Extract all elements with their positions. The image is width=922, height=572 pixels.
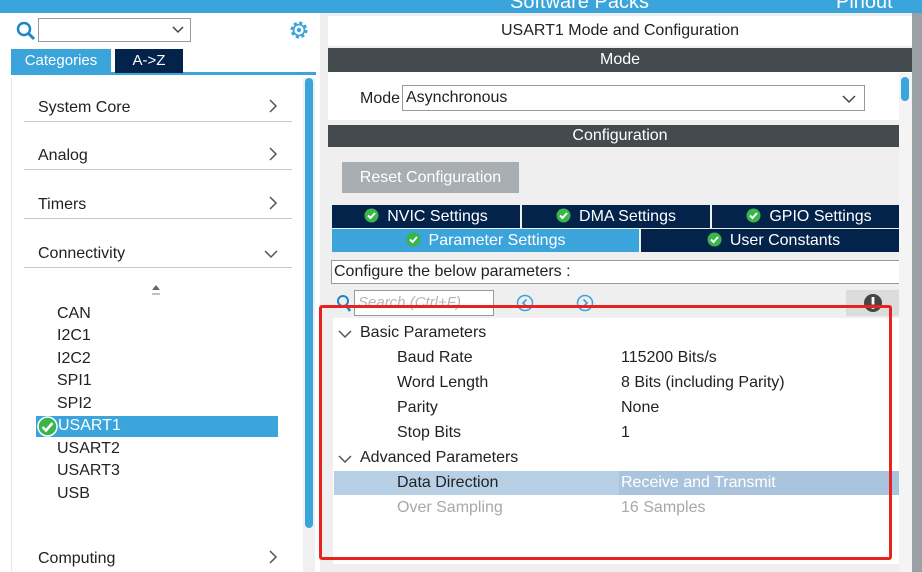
tab-categories[interactable]: Categories <box>11 49 111 73</box>
tab-parameter-settings[interactable]: Parameter Settings <box>332 229 639 252</box>
peripheral-i2c2[interactable]: I2C2 <box>57 350 91 368</box>
search-icon[interactable] <box>16 21 36 41</box>
category-computing[interactable]: Computing <box>24 542 292 572</box>
category-label: Analog <box>38 147 88 164</box>
configuration-section-header: Configuration <box>328 125 912 147</box>
right-scrollbar-thumb[interactable] <box>901 77 909 101</box>
check-circle-icon <box>746 208 761 223</box>
peripheral-can[interactable]: CAN <box>57 305 91 323</box>
search-input[interactable] <box>38 18 191 42</box>
pinout-menu[interactable]: Pinout <box>836 0 893 13</box>
chevron-right-icon <box>269 196 278 210</box>
category-system-core[interactable]: System Core <box>24 92 292 122</box>
category-timers[interactable]: Timers <box>24 189 292 219</box>
category-label: Computing <box>38 550 116 567</box>
check-circle-icon <box>707 232 722 247</box>
mode-select-value: Asynchronous <box>406 89 508 106</box>
category-connectivity[interactable]: Connectivity <box>24 238 292 268</box>
check-circle-icon <box>37 416 58 437</box>
chevron-right-icon <box>269 550 278 564</box>
mode-select[interactable]: Asynchronous <box>402 85 865 111</box>
category-tabs: Categories A->Z <box>11 49 316 75</box>
peripheral-usart1[interactable]: USART1 <box>58 417 121 435</box>
gear-icon[interactable] <box>288 19 310 41</box>
left-scrollbar-thumb[interactable] <box>305 78 313 528</box>
peripheral-spi1[interactable]: SPI1 <box>57 372 92 390</box>
tab-label: DMA Settings <box>579 208 676 225</box>
tab-gpio-settings[interactable]: GPIO Settings <box>712 205 906 228</box>
category-label: System Core <box>38 99 131 116</box>
tab-label: Parameter Settings <box>428 232 566 249</box>
software-packs-menu[interactable]: Software Packs <box>510 0 649 13</box>
peripheral-i2c1[interactable]: I2C1 <box>57 327 91 345</box>
chevron-down-icon[interactable] <box>172 22 184 36</box>
configure-hint: Configure the below parameters : <box>331 260 907 284</box>
mode-section-header: Mode <box>328 48 912 72</box>
tab-dma-settings[interactable]: DMA Settings <box>522 205 710 228</box>
mode-label: Mode <box>360 90 401 107</box>
tab-label: User Constants <box>729 232 841 249</box>
sort-icon[interactable] <box>150 284 162 298</box>
highlight-annotation <box>319 305 892 560</box>
tab-user-constants[interactable]: User Constants <box>641 229 906 252</box>
right-scrollbar[interactable] <box>899 73 912 572</box>
peripheral-usb[interactable]: USB <box>57 485 90 503</box>
peripheral-spi2[interactable]: SPI2 <box>57 395 92 413</box>
peripheral-usart3[interactable]: USART3 <box>57 462 120 480</box>
chevron-down-icon <box>264 250 278 259</box>
check-circle-icon <box>556 208 571 223</box>
reset-configuration-button[interactable]: Reset Configuration <box>342 162 519 193</box>
category-list: System Core Analog Timers Connectivity C… <box>11 78 301 572</box>
category-analog[interactable]: Analog <box>24 140 292 170</box>
category-label: Timers <box>38 196 87 213</box>
category-label: Connectivity <box>38 245 126 262</box>
tab-label: NVIC Settings <box>387 208 488 225</box>
chevron-right-icon <box>269 99 278 113</box>
chevron-right-icon <box>269 147 278 161</box>
check-circle-icon <box>364 208 379 223</box>
page-title: USART1 Mode and Configuration <box>328 16 912 46</box>
tab-a-z[interactable]: A->Z <box>115 49 183 73</box>
tab-label: GPIO Settings <box>769 208 872 225</box>
chevron-down-icon[interactable] <box>842 94 856 104</box>
tab-nvic-settings[interactable]: NVIC Settings <box>332 205 520 228</box>
side-collapse-strip[interactable] <box>912 13 922 572</box>
top-banner: Software Packs Pinout <box>0 0 922 13</box>
check-circle-icon <box>406 232 421 247</box>
peripheral-usart2[interactable]: USART2 <box>57 440 120 458</box>
left-scrollbar[interactable] <box>303 78 315 572</box>
